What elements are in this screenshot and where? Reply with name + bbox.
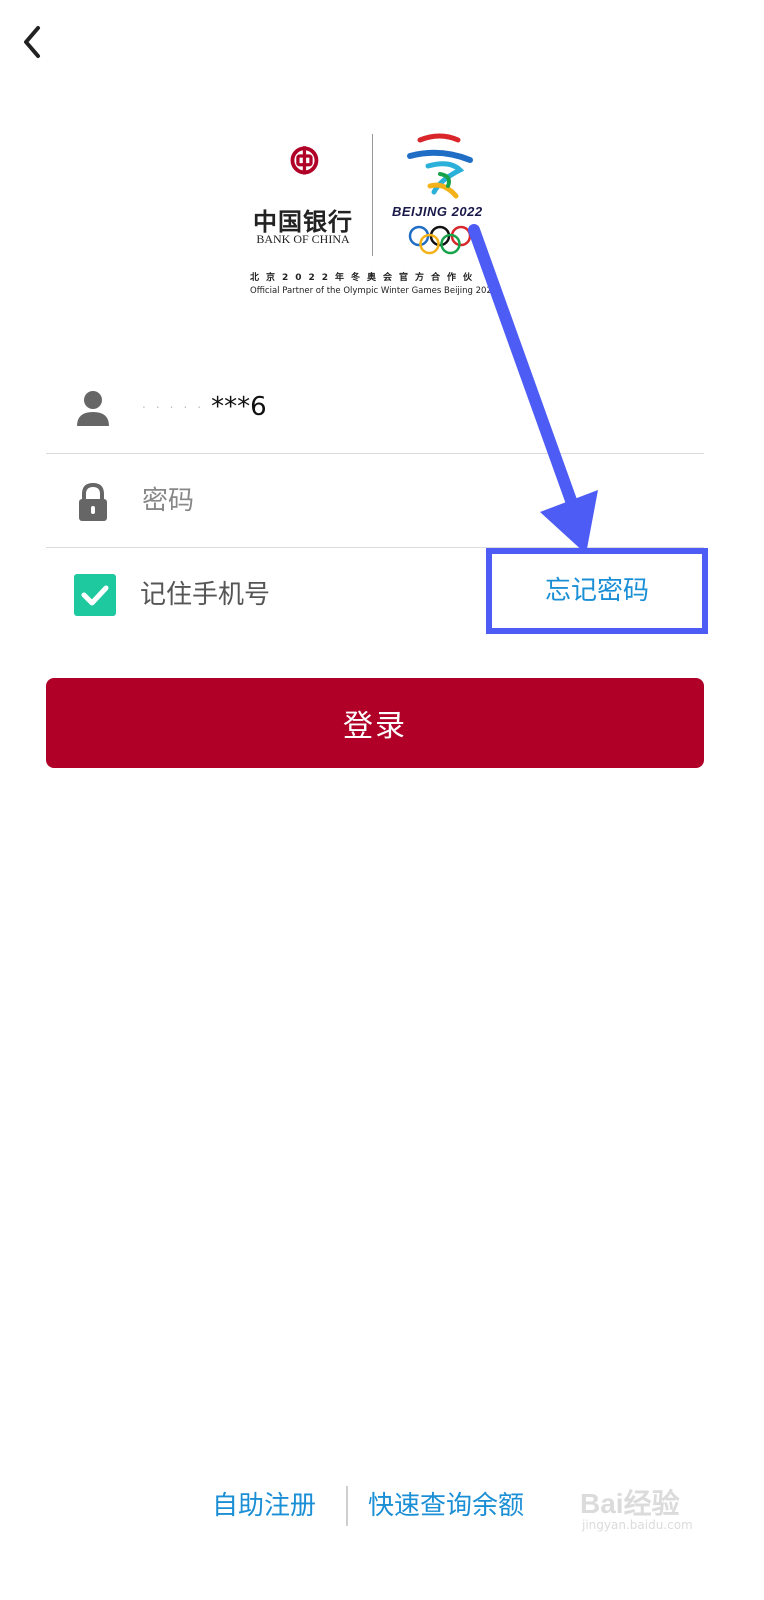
baidu-watermark: Bai经验 jingyan.baidu.com (570, 1480, 740, 1540)
watermark-text: Bai经验 (580, 1488, 680, 1519)
partner-text-cn: 北京2022年冬奥会官方合作伙 (250, 273, 480, 283)
chevron-left-icon (24, 26, 40, 58)
username-value: ***6 (211, 392, 267, 422)
partner-text-en: Official Partner of the Olympic Winter G… (250, 286, 492, 296)
bank-name-en: BANK OF CHINA (256, 232, 350, 246)
password-row[interactable] (46, 454, 704, 548)
username-field[interactable]: ·····***6 (142, 360, 267, 454)
forgot-password-highlight: 忘记密码 (486, 548, 708, 634)
footer-divider (346, 1486, 348, 1526)
remember-checkbox[interactable] (74, 574, 116, 616)
remember-label: 记住手机号 (140, 580, 271, 610)
watermark-url: jingyan.baidu.com (582, 1518, 693, 1532)
checkmark-icon (81, 585, 109, 606)
logo-divider (372, 134, 373, 256)
username-mask: ····· (142, 400, 212, 415)
beijing-2022-wordmark: BEIJING 2022 (392, 204, 483, 219)
olympic-rings-icon (408, 225, 472, 255)
password-field-wrap (142, 454, 662, 548)
quick-balance-link[interactable]: 快速查询余额 (368, 1478, 524, 1534)
bank-of-china-logo-icon (290, 146, 319, 175)
beijing-2022-emblem-icon (407, 133, 473, 199)
brand-logo-block: 中国银行 BANK OF CHINA BEIJING 2022 北京2022年冬… (250, 130, 510, 310)
forgot-password-link[interactable]: 忘记密码 (492, 554, 702, 628)
user-icon (77, 391, 109, 426)
lock-icon (79, 482, 107, 521)
back-button[interactable] (14, 22, 54, 62)
password-input[interactable] (142, 454, 662, 548)
username-row[interactable]: ·····***6 (46, 360, 704, 454)
login-button[interactable]: 登录 (46, 678, 704, 768)
self-register-link[interactable]: 自助注册 (212, 1478, 316, 1534)
